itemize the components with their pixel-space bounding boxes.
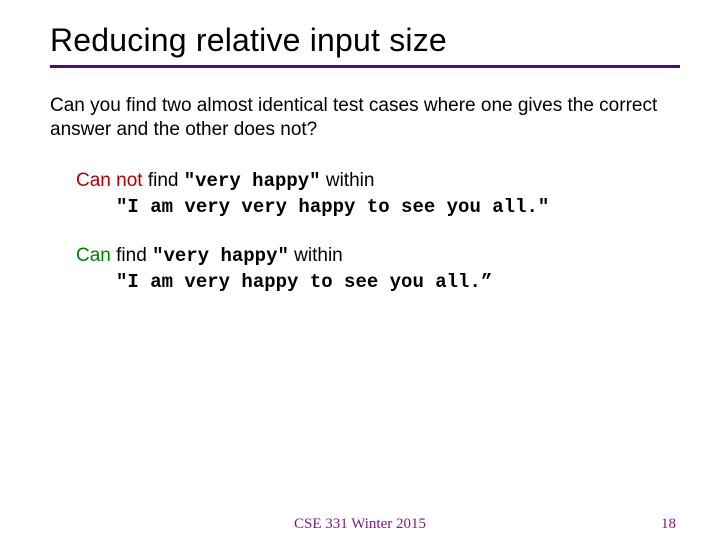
code-snippet: "very happy" <box>184 170 321 192</box>
slide: Reducing relative input size Can you fin… <box>0 0 720 540</box>
within-text: within <box>321 170 375 191</box>
find-text: find <box>111 245 152 266</box>
example-cannot: Can not find "very happy" within "I am v… <box>76 168 680 221</box>
find-text: find <box>143 170 184 191</box>
footer-course: CSE 331 Winter 2015 <box>0 516 720 533</box>
cannot-label: Can not <box>76 170 143 191</box>
question-text: Can you find two almost identical test c… <box>50 94 680 142</box>
example-cannot-line2: "I am very very happy to see you all." <box>116 194 680 221</box>
within-text: within <box>289 245 343 266</box>
example-can-line1: Can find "very happy" within <box>76 243 680 270</box>
footer-page-number: 18 <box>661 516 676 533</box>
example-can: Can find "very happy" within "I am very … <box>76 243 680 296</box>
example-cannot-line1: Can not find "very happy" within <box>76 168 680 195</box>
code-snippet: "very happy" <box>152 245 289 267</box>
title-rule <box>50 65 680 68</box>
can-label: Can <box>76 245 111 266</box>
example-can-line2: "I am very happy to see you all.” <box>116 269 680 296</box>
slide-title: Reducing relative input size <box>50 22 680 59</box>
